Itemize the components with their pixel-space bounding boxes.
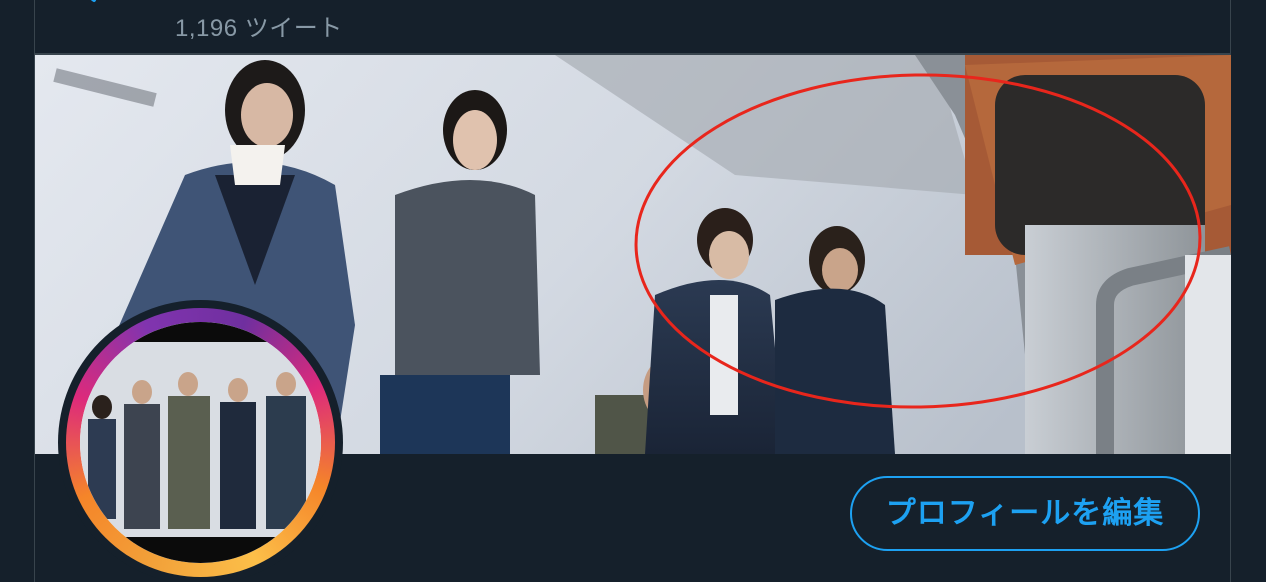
tweet-count: 1,196 ツイート — [175, 15, 343, 42]
arrow-left-icon[interactable] — [80, 0, 112, 14]
profile-screen: 1,196 ツイート プロフィールを編集 — [0, 0, 1266, 582]
avatar[interactable] — [80, 322, 321, 563]
edit-profile-button[interactable]: プロフィールを編集 — [850, 476, 1200, 551]
